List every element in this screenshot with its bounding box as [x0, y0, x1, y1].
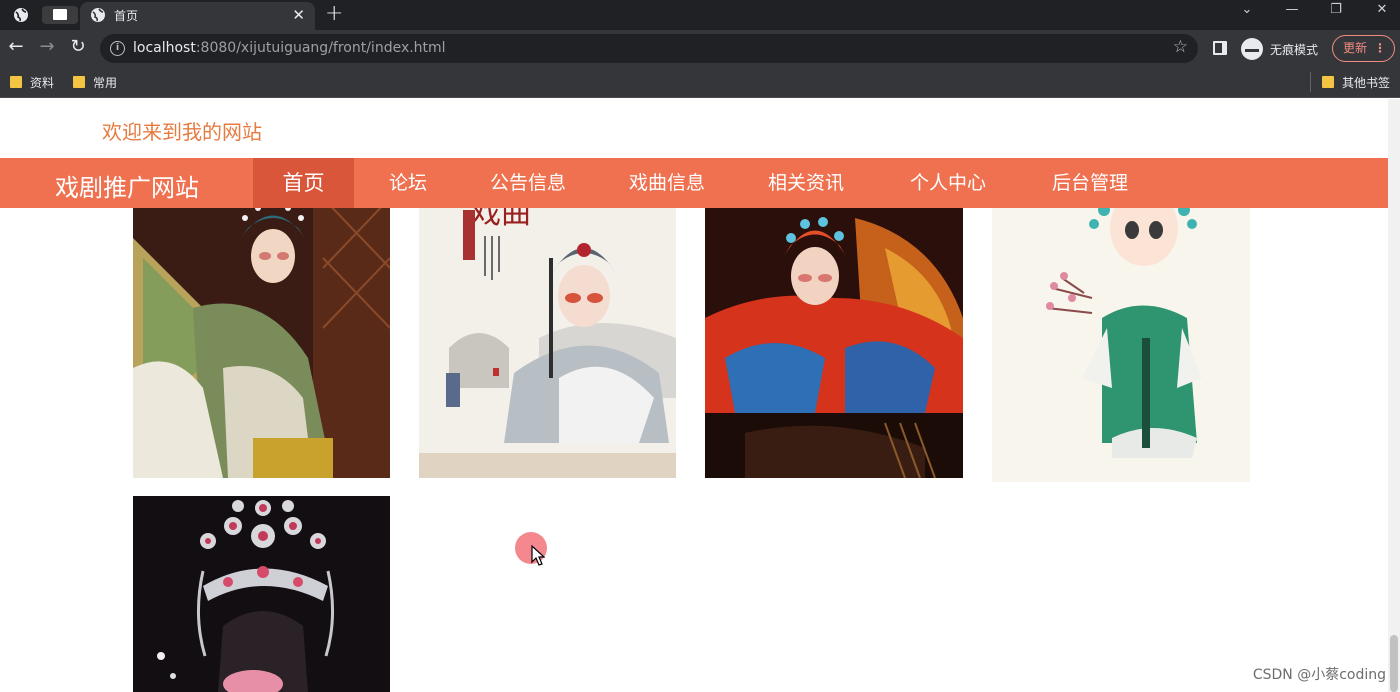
- tab-title: 首页: [114, 9, 139, 23]
- bookmark-folder-resources[interactable]: 资料: [10, 74, 54, 92]
- mouse-cursor-icon: [531, 545, 545, 566]
- bookmark-star-icon[interactable]: ☆: [1173, 37, 1188, 57]
- gallery-image-opera-headdress[interactable]: [133, 496, 390, 692]
- forward-button[interactable]: →: [36, 36, 58, 60]
- folder-icon: [1322, 76, 1334, 88]
- folder-icon: [10, 76, 22, 88]
- bookmarks-divider: [1310, 72, 1311, 92]
- nav-opera-info[interactable]: 戏曲信息: [617, 158, 717, 208]
- nav-home[interactable]: 首页: [253, 158, 354, 208]
- minimize-button[interactable]: —: [1279, 2, 1305, 17]
- nav-news[interactable]: 相关资讯: [756, 158, 856, 208]
- active-tab[interactable]: 首页 ✕: [80, 2, 315, 30]
- incognito-label: 无痕模式: [1270, 43, 1319, 57]
- gallery-image-opera-fan[interactable]: [133, 198, 390, 478]
- gallery-image-opera-phoenix[interactable]: [705, 198, 963, 478]
- browser-toolbar: ← → ↻ i localhost:8080/xijutuiguang/fron…: [0, 30, 1400, 67]
- gallery-image-opera-poster[interactable]: 戏曲: [419, 198, 676, 478]
- csdn-watermark: CSDN @小蔡coding: [1252, 667, 1386, 683]
- tab-group-button[interactable]: [42, 6, 78, 24]
- back-button[interactable]: ←: [5, 36, 27, 60]
- nav-forum[interactable]: 论坛: [375, 158, 441, 208]
- restore-button[interactable]: ❐: [1323, 2, 1349, 17]
- globe-icon[interactable]: [13, 7, 29, 23]
- address-bar[interactable]: i localhost:8080/xijutuiguang/front/inde…: [100, 34, 1198, 63]
- folder-icon: [73, 76, 85, 88]
- incognito-icon[interactable]: [1241, 38, 1263, 60]
- gallery-image-opera-cartoon[interactable]: [992, 198, 1250, 482]
- bookmarks-bar: 资料 常用 其他书签: [0, 67, 1400, 98]
- main-navbar: 戏剧推广网站 首页 论坛 公告信息 戏曲信息 相关资讯 个人中心 后台管理: [0, 158, 1388, 208]
- side-panel-icon[interactable]: [1213, 41, 1227, 55]
- window-icon: [53, 9, 67, 20]
- url-text[interactable]: localhost:8080/xijutuiguang/front/index.…: [133, 40, 446, 56]
- nav-admin[interactable]: 后台管理: [1040, 158, 1140, 208]
- site-info-icon[interactable]: i: [110, 41, 125, 56]
- nav-user-center[interactable]: 个人中心: [898, 158, 998, 208]
- reload-button[interactable]: ↻: [67, 36, 89, 60]
- new-tab-button[interactable]: +: [325, 1, 343, 26]
- more-menu-icon: ⋮: [1374, 41, 1386, 55]
- page-viewport: 欢迎来到我的网站 戏曲 戏剧推广网站 首页 论坛 公告信息 戏曲信息 相关资讯 …: [0, 99, 1388, 692]
- nav-announcements[interactable]: 公告信息: [478, 158, 578, 208]
- close-window-button[interactable]: ✕: [1369, 2, 1395, 17]
- update-button[interactable]: 更新 ⋮: [1332, 35, 1395, 62]
- tab-search-icon[interactable]: ⌄: [1234, 2, 1260, 17]
- tab-strip: 首页 ✕ + ⌄ — ❐ ✕: [0, 0, 1400, 30]
- tab-close-icon[interactable]: ✕: [292, 6, 305, 24]
- bookmark-folder-other[interactable]: 其他书签: [1322, 74, 1390, 92]
- site-brand[interactable]: 戏剧推广网站: [55, 168, 199, 203]
- bookmark-folder-common[interactable]: 常用: [73, 74, 117, 92]
- scrollbar-thumb[interactable]: [1390, 635, 1398, 692]
- page-scrollbar[interactable]: [1388, 99, 1400, 692]
- tab-favicon-icon: [91, 8, 105, 22]
- welcome-text: 欢迎来到我的网站: [102, 120, 262, 144]
